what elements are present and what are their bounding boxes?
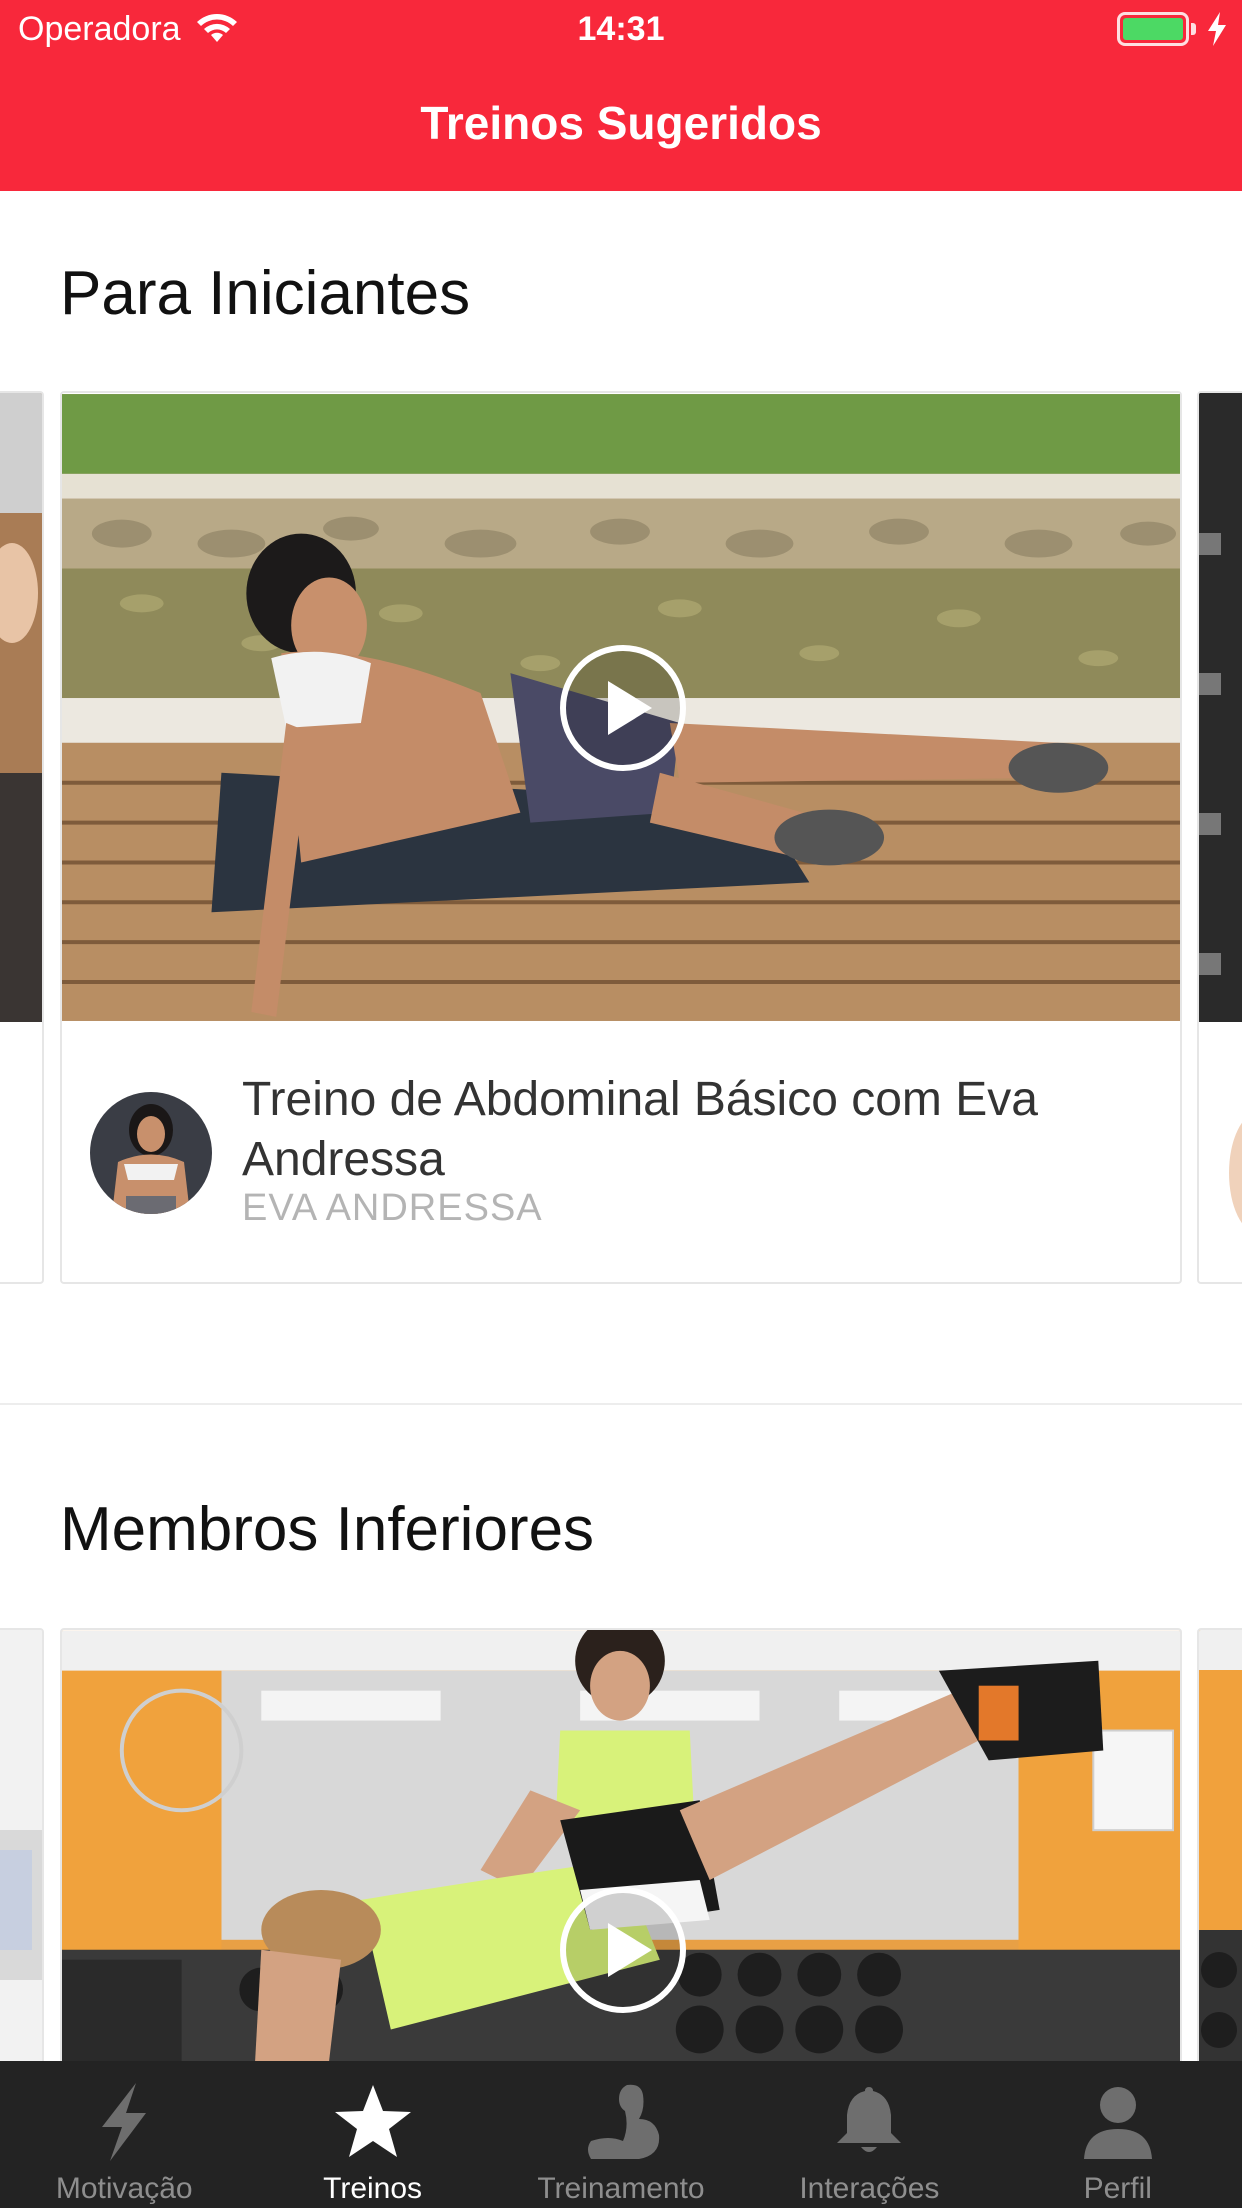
workout-author: EVA ANDRESSA [242,1187,543,1229]
tab-perfil[interactable]: Perfil [994,2061,1242,2208]
workout-title[interactable]: Treino de Abdominal Básico com Eva Andre… [242,1070,1140,1190]
play-icon[interactable] [558,1885,688,2015]
workout-thumbnail [62,1630,1180,2126]
workout-thumbnail [0,393,42,1022]
tab-label: Treinamento [537,2172,705,2205]
section-divider [0,1403,1242,1405]
status-time: 14:31 [577,10,665,48]
workout-thumbnail [1199,1630,1242,2126]
navigation-header: Operadora 14:31 Treinos Sugeridos [0,0,1242,191]
next-workout-card[interactable] [1197,1628,1242,2128]
tab-label: Motivação [55,2172,193,2205]
tab-label: Treinos [323,2172,423,2205]
bell-icon [837,2087,902,2152]
person-icon [1083,2087,1152,2159]
workout-card[interactable] [60,1628,1182,2128]
workout-thumbnail [1199,393,1242,1022]
tab-motivacao[interactable]: Motivação [0,2061,248,2208]
battery-indicator [1117,12,1228,46]
section-title-membros-inferiores: Membros Inferiores [60,1495,595,1564]
previous-workout-card[interactable] [0,1628,44,2128]
tab-treinamento[interactable]: Treinamento [497,2061,745,2208]
next-workout-card[interactable] [1197,391,1242,1284]
status-bar: Operadora 14:31 [0,0,1242,62]
workout-card-info: Treino de Abdominal Básico com Eva Andre… [62,1022,1180,1282]
charging-bolt-icon [1208,12,1226,46]
tab-label: Perfil [1083,2172,1152,2205]
workout-card[interactable]: Treino de Abdominal Básico com Eva Andre… [60,391,1182,1284]
lightning-bolt-icon [102,2083,147,2161]
avatar [1229,1112,1242,1234]
tab-treinos[interactable]: Treinos [248,2061,496,2208]
workout-thumbnail [0,1630,42,2126]
star-icon [334,2085,411,2157]
section-title-para-iniciantes: Para Iniciantes [60,259,471,328]
page-title: Treinos Sugeridos [420,97,822,149]
tab-bar: Motivação Treinos Treinamento Interações… [0,2061,1242,2208]
flexed-arm-icon [587,2084,660,2159]
avatar [90,1092,212,1214]
previous-workout-card[interactable] [0,391,44,1284]
play-icon[interactable] [558,643,688,773]
tab-interacoes[interactable]: Interações [745,2061,993,2208]
battery-icon [1117,12,1189,46]
tab-label: Interações [799,2172,940,2205]
